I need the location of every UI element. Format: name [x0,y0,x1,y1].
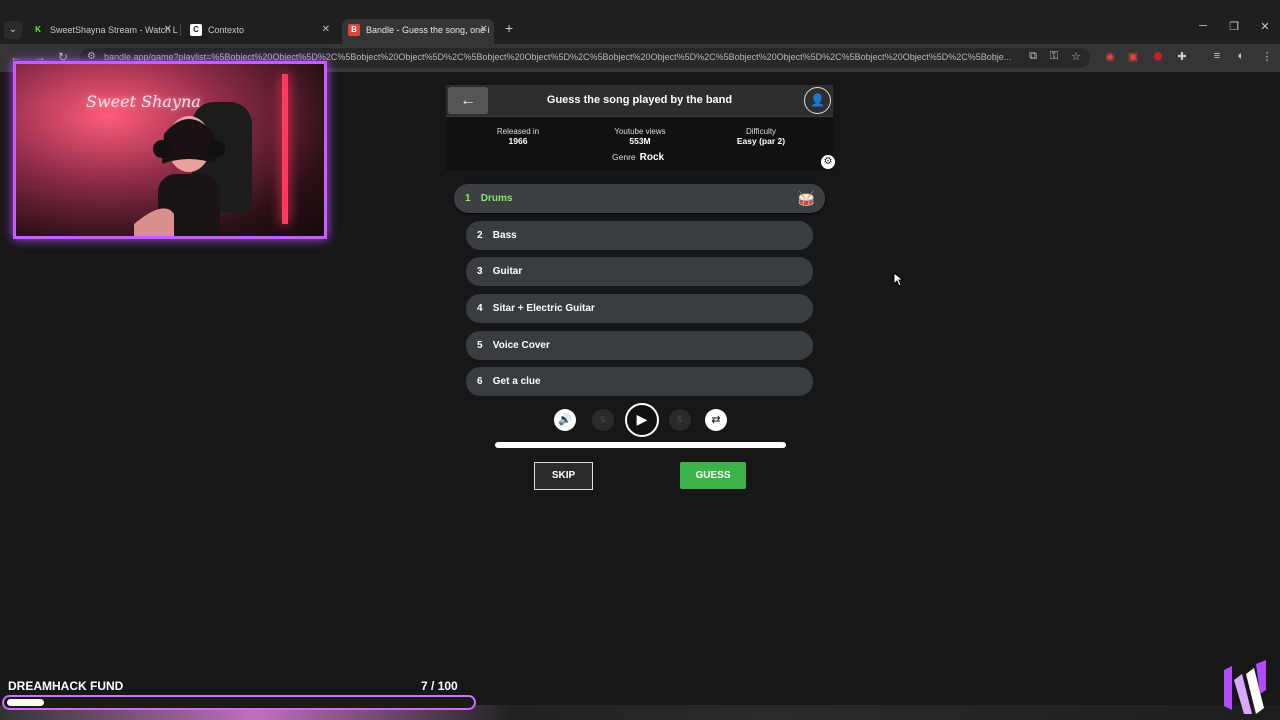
game-title: Guess the song played by the band [546,94,733,106]
views-info: Youtube views 553M [602,127,678,146]
led-light-strip [282,74,288,224]
mouse-cursor-icon [893,272,903,287]
profile-icon[interactable]: ◐ [1234,50,1248,62]
track-number: 1 [465,193,471,204]
contexto-favicon-icon: C [190,24,202,36]
tab-bandle[interactable]: B Bandle - Guess the song, one i ✕ [342,19,494,44]
back-arrow-button[interactable]: ← [448,87,488,114]
track-voice-cover[interactable]: 5 Voice Cover [466,331,813,360]
fund-total: / 100 [431,679,458,693]
views-label: Youtube views [614,127,666,136]
track-number: 2 [477,230,483,241]
track-label: Bass [492,230,517,241]
shuffle-off-icon[interactable]: ⇄ [705,409,727,431]
profile-user-icon[interactable]: 👤 [804,87,831,114]
browser-tab-bar: ⌄ K SweetShayna Stream - Watch Li ✕ C Co… [0,0,1280,44]
playback-progress-bar[interactable] [495,442,786,448]
tab-title: Contexto [208,25,245,35]
extensions-puzzle-icon[interactable]: ✚ [1175,50,1189,63]
kick-favicon-icon: K [35,25,41,34]
tab-contexto[interactable]: C Contexto ✕ [184,19,336,41]
bandle-game: ← Guess the song played by the band 👤 Re… [446,85,835,171]
tab-list-button[interactable]: ⌄ [4,21,22,39]
track-label: Sitar + Electric Guitar [492,303,595,314]
close-window-icon[interactable]: ✕ [1255,20,1275,33]
bookmark-star-icon[interactable]: ☆ [1069,50,1083,63]
fund-label: DREAMHACK FUND [8,679,124,693]
forward-5-icon[interactable]: 5 [669,409,691,431]
bandle-favicon-icon: B [348,24,360,36]
volume-icon[interactable]: 🔊 [554,409,576,431]
tab-title: Bandle - Guess the song, one i [366,25,490,35]
fund-current: 7 [421,679,428,693]
password-key-icon[interactable]: ⚿ [1047,50,1061,63]
close-tab-icon[interactable]: ✕ [164,19,172,41]
genre-value: Rock [639,152,665,163]
guess-button[interactable]: GUESS [680,462,746,489]
fund-progress-bar [2,695,476,710]
drum-kit-icon: 🥁 [797,190,815,206]
team-logo-icon [1224,660,1266,714]
skip-button[interactable]: SKIP [534,462,593,490]
views-value: 553M [629,136,651,146]
track-label: Get a clue [492,376,541,387]
track-guitar[interactable]: 3 Guitar [466,257,813,286]
rewind-5-icon[interactable]: 5 [592,409,614,431]
minimize-icon[interactable]: ─ [1193,20,1213,32]
reading-list-icon[interactable]: ≡ [1210,50,1224,62]
released-info: Released in 1966 [488,127,548,146]
track-number: 6 [477,376,483,387]
released-value: 1966 [508,136,528,146]
fund-progress-fill [7,699,44,706]
settings-gear-icon[interactable]: ⚙ [821,155,835,169]
maximize-icon[interactable]: ❐ [1224,20,1244,33]
fund-count: 7 / 100 [421,679,458,693]
game-header: ← Guess the song played by the band 👤 [446,85,833,117]
track-sitar-electric-guitar[interactable]: 4 Sitar + Electric Guitar [466,294,813,323]
track-number: 4 [477,303,483,314]
track-number: 3 [477,266,483,277]
released-label: Released in [496,127,540,136]
track-number: 5 [477,340,483,351]
extension-shield-icon[interactable]: ⬢ [1151,50,1165,63]
new-tab-button[interactable]: + [505,20,513,36]
track-bass[interactable]: 2 Bass [466,221,813,250]
close-tab-icon[interactable]: ✕ [480,19,488,41]
install-app-icon[interactable]: ⧉ [1026,50,1040,63]
difficulty-info: Difficulty Easy (par 2) [726,127,796,146]
extension-badge-icon[interactable]: ◉ [1103,50,1117,63]
song-info-panel: Released in 1966 Youtube views 553M Diff… [446,117,835,171]
play-button[interactable]: ▶ [625,403,659,437]
menu-dots-icon[interactable]: ⋮ [1260,50,1274,63]
track-label: Drums [480,193,513,204]
difficulty-value: Easy (par 2) [736,136,786,146]
tab-sweetshayna[interactable]: K SweetShayna Stream - Watch Li ✕ [26,19,178,41]
track-label: Guitar [492,266,523,277]
track-label: Voice Cover [492,340,550,351]
genre-label: Genre [612,152,636,162]
track-drums[interactable]: 1 Drums 🥁 [454,184,825,213]
extension-red-icon[interactable]: ▣ [1126,50,1140,63]
tab-divider [180,24,181,36]
track-get-a-clue[interactable]: 6 Get a clue [466,367,813,396]
difficulty-label: Difficulty [745,127,777,136]
close-tab-icon[interactable]: ✕ [322,19,330,41]
streamer-figure [134,116,225,236]
tab-title: SweetShayna Stream - Watch Li [50,25,178,35]
webcam-overlay: Sweet Shayna [13,61,327,239]
genre-info: Genre Rock [612,152,664,163]
